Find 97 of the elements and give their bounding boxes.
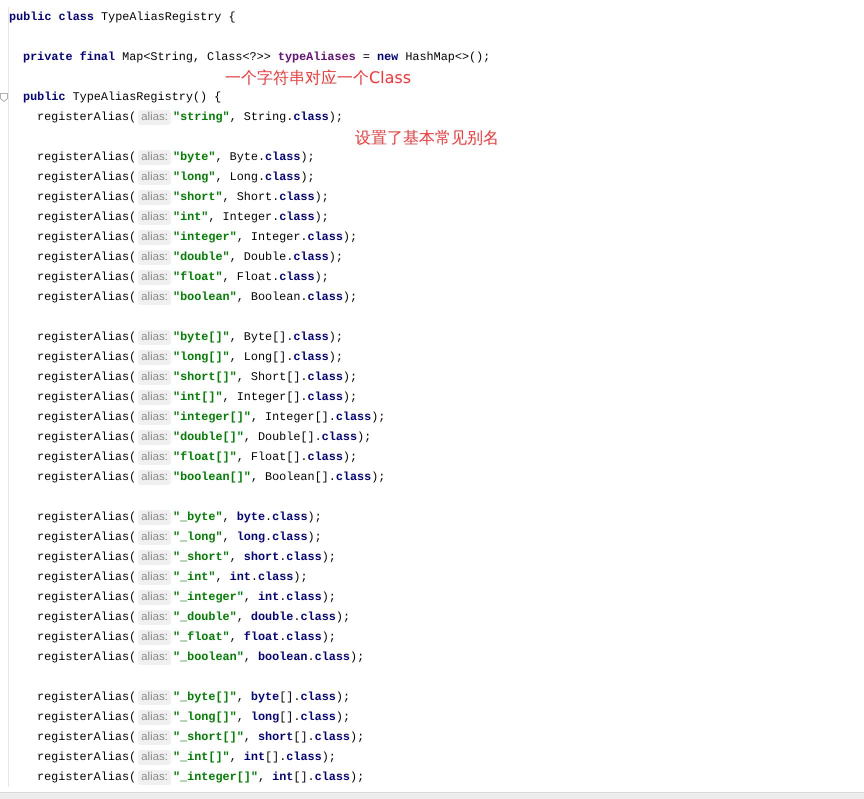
code-text: "_double", double.class); bbox=[172, 610, 350, 624]
parameter-hint: alias: bbox=[138, 410, 171, 424]
code-text: "_int[]", int[].class); bbox=[172, 750, 336, 764]
code-text: registerAlias( bbox=[37, 410, 136, 424]
code-text: "_short", short.class); bbox=[172, 550, 336, 564]
parameter-hint: alias: bbox=[138, 350, 171, 364]
parameter-hint: alias: bbox=[138, 570, 171, 584]
code-text: registerAlias( bbox=[37, 650, 136, 664]
code-text: "int", Integer.class); bbox=[172, 210, 329, 224]
code-text: registerAlias( bbox=[37, 590, 136, 604]
parameter-hint: alias: bbox=[138, 590, 171, 604]
parameter-hint: alias: bbox=[138, 250, 171, 264]
parameter-hint: alias: bbox=[138, 710, 171, 724]
parameter-hint: alias: bbox=[138, 550, 171, 564]
parameter-hint: alias: bbox=[138, 690, 171, 704]
parameter-hint: alias: bbox=[138, 450, 171, 464]
parameter-hint: alias: bbox=[138, 630, 171, 644]
code-text: registerAlias( bbox=[37, 750, 136, 764]
parameter-hint: alias: bbox=[138, 150, 171, 164]
code-text: "_float", float.class); bbox=[172, 630, 336, 644]
code-text: registerAlias( bbox=[37, 350, 136, 364]
code-text: registerAlias( bbox=[37, 150, 136, 164]
code-text: "integer", Integer.class); bbox=[172, 230, 358, 244]
code-text: "_long", long.class); bbox=[172, 530, 322, 544]
parameter-hint: alias: bbox=[138, 170, 171, 184]
parameter-hint: alias: bbox=[138, 190, 171, 204]
annotation-text: 一个字符串对应一个Class bbox=[225, 68, 412, 89]
code-text: registerAlias( bbox=[37, 510, 136, 524]
code-text: registerAlias( bbox=[37, 770, 136, 784]
parameter-hint: alias: bbox=[138, 110, 171, 124]
code-text: registerAlias( bbox=[37, 290, 136, 304]
code-text: "int[]", Integer[].class); bbox=[172, 390, 358, 404]
code-text: "integer[]", Integer[].class); bbox=[172, 410, 386, 424]
parameter-hint: alias: bbox=[138, 230, 171, 244]
code-text: "_byte", byte.class); bbox=[172, 510, 322, 524]
code-text: "_integer[]", int[].class); bbox=[172, 770, 364, 784]
parameter-hint: alias: bbox=[138, 470, 171, 484]
code-text: "_integer", int.class); bbox=[172, 590, 336, 604]
parameter-hint: alias: bbox=[138, 610, 171, 624]
code-text: registerAlias( bbox=[37, 230, 136, 244]
code-text: registerAlias( bbox=[37, 250, 136, 264]
code-text: registerAlias( bbox=[37, 430, 136, 444]
parameter-hint: alias: bbox=[138, 390, 171, 404]
code-text: registerAlias( bbox=[37, 630, 136, 644]
code-text: "float", Float.class); bbox=[172, 270, 329, 284]
code-text: "short[]", Short[].class); bbox=[172, 370, 358, 384]
parameter-hint: alias: bbox=[138, 210, 171, 224]
parameter-hint: alias: bbox=[138, 750, 171, 764]
code-text: "double", Double.class); bbox=[172, 250, 343, 264]
code-text: "double[]", Double[].class); bbox=[172, 430, 372, 444]
code-text: "_long[]", long[].class); bbox=[172, 710, 350, 724]
code-text: registerAlias( bbox=[37, 450, 136, 464]
code-text: registerAlias( bbox=[37, 210, 136, 224]
annotation-text: 设置了基本常见别名 bbox=[355, 128, 499, 149]
code-text: registerAlias( bbox=[37, 530, 136, 544]
code-text: registerAlias( bbox=[37, 570, 136, 584]
code-text: "boolean", Boolean.class); bbox=[172, 290, 358, 304]
code-text: registerAlias( bbox=[37, 470, 136, 484]
code-text: "_int", int.class); bbox=[172, 570, 308, 584]
parameter-hint: alias: bbox=[138, 330, 171, 344]
fold-icon[interactable] bbox=[0, 92, 8, 102]
code-text: "short", Short.class); bbox=[172, 190, 329, 204]
code-text: registerAlias( bbox=[37, 330, 136, 344]
parameter-hint: alias: bbox=[138, 730, 171, 744]
code-text: registerAlias( bbox=[37, 370, 136, 384]
parameter-hint: alias: bbox=[138, 430, 171, 444]
code-text: "_byte[]", byte[].class); bbox=[172, 690, 350, 704]
code-text: registerAlias( bbox=[37, 270, 136, 284]
code-text: "_short[]", short[].class); bbox=[172, 730, 364, 744]
code-text: registerAlias( bbox=[37, 730, 136, 744]
parameter-hint: alias: bbox=[138, 530, 171, 544]
code-text: registerAlias( bbox=[37, 110, 136, 124]
parameter-hint: alias: bbox=[138, 650, 171, 664]
code-text: registerAlias( bbox=[37, 550, 136, 564]
code-text: public class TypeAliasRegistry { bbox=[9, 10, 236, 24]
code-text: "byte[]", Byte[].class); bbox=[172, 330, 343, 344]
code-text: "_boolean", boolean.class); bbox=[172, 650, 364, 664]
code-text: registerAlias( bbox=[37, 170, 136, 184]
parameter-hint: alias: bbox=[138, 510, 171, 524]
code-text: private final Map<String, Class<?>> typeAliases = new HashMap<>(); bbox=[23, 50, 490, 64]
code-text: "byte", Byte.class); bbox=[172, 150, 315, 164]
parameter-hint: alias: bbox=[138, 290, 171, 304]
horizontal-scrollbar[interactable] bbox=[0, 792, 864, 799]
code-text: public TypeAliasRegistry() { bbox=[23, 90, 222, 104]
code-text: "long", Long.class); bbox=[172, 170, 315, 184]
code-text: registerAlias( bbox=[37, 190, 136, 204]
parameter-hint: alias: bbox=[138, 270, 171, 284]
code-text: "boolean[]", Boolean[].class); bbox=[172, 470, 386, 484]
parameter-hint: alias: bbox=[138, 370, 171, 384]
code-text: registerAlias( bbox=[37, 390, 136, 404]
code-text: registerAlias( bbox=[37, 710, 136, 724]
code-text: "long[]", Long[].class); bbox=[172, 350, 343, 364]
code-text: "string", String.class); bbox=[172, 110, 343, 124]
code-text: registerAlias( bbox=[37, 610, 136, 624]
code-text: "float[]", Float[].class); bbox=[172, 450, 358, 464]
parameter-hint: alias: bbox=[138, 770, 171, 784]
code-text: registerAlias( bbox=[37, 690, 136, 704]
